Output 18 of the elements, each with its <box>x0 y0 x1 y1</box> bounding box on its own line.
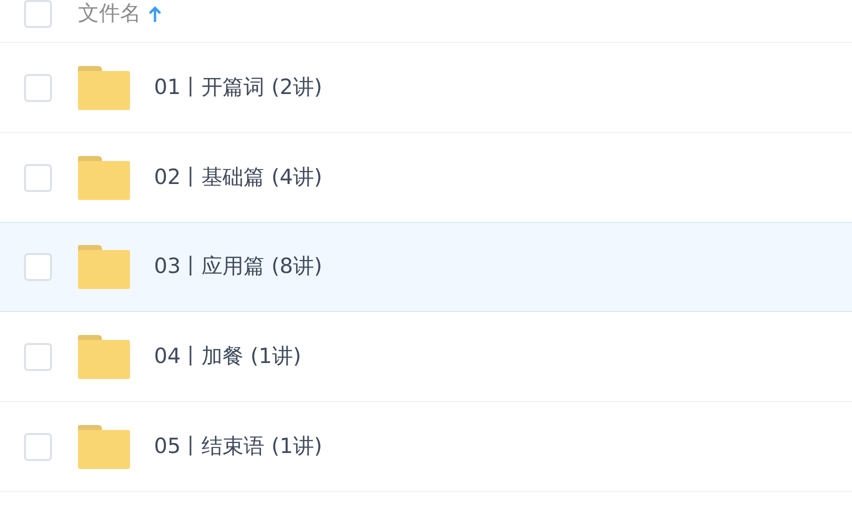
checkbox[interactable] <box>24 253 52 281</box>
checkbox[interactable] <box>24 432 52 460</box>
folder-icon <box>78 245 130 289</box>
folder-icon <box>78 424 130 468</box>
folder-icon <box>78 156 130 200</box>
folder-name[interactable]: 01丨开篇词 (2讲) <box>154 72 322 104</box>
folder-row[interactable]: 03丨应用篇 (8讲) <box>0 222 852 312</box>
sort-arrow-icon[interactable] <box>149 6 161 22</box>
folder-name[interactable]: 02丨基础篇 (4讲) <box>154 162 322 194</box>
folder-icon <box>78 334 130 378</box>
checkbox[interactable] <box>24 342 52 370</box>
folder-name[interactable]: 03丨应用篇 (8讲) <box>154 251 322 283</box>
checkbox[interactable] <box>24 0 52 28</box>
folder-name[interactable]: 05丨结束语 (1讲) <box>154 430 322 462</box>
checkbox[interactable] <box>24 164 52 192</box>
folder-icon <box>78 66 130 110</box>
folder-name[interactable]: 04丨加餐 (1讲) <box>154 340 302 372</box>
checkbox[interactable] <box>24 74 52 102</box>
